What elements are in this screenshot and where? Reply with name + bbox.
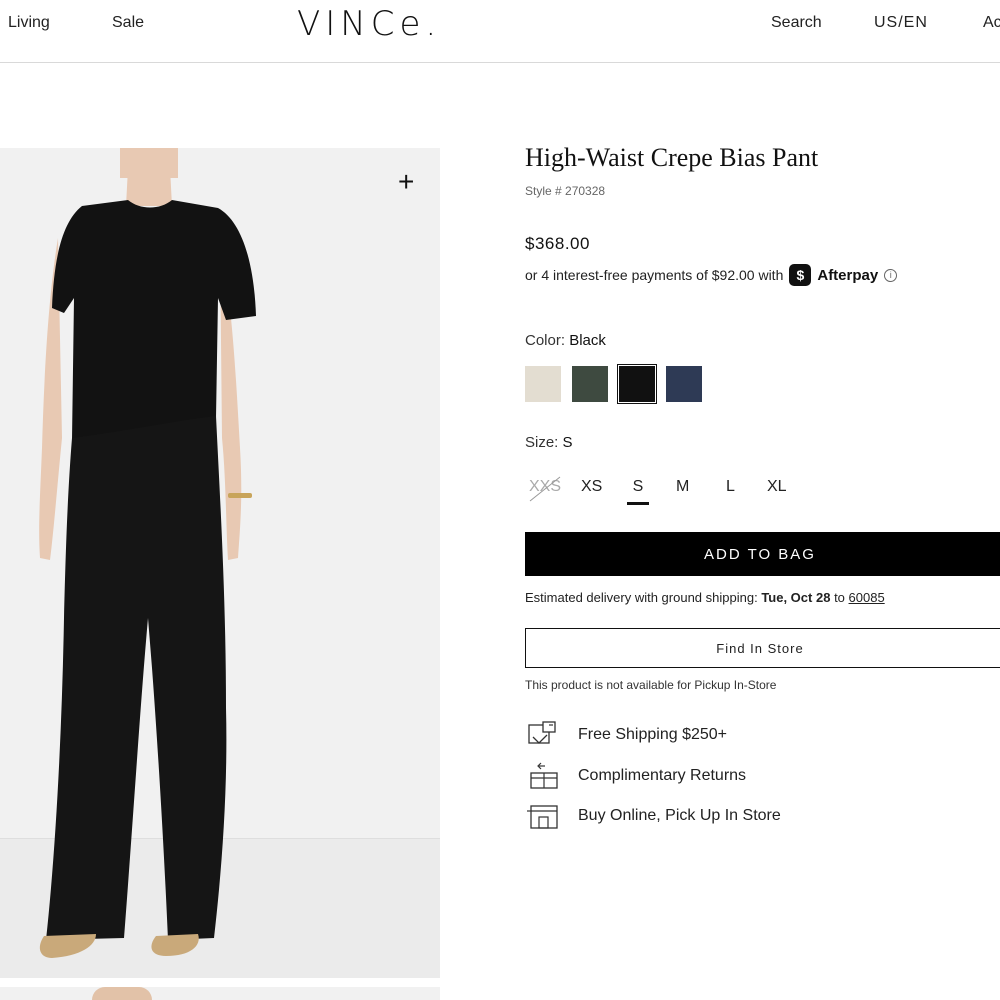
perk-free-shipping: Free Shipping $250+ — [525, 721, 727, 749]
nav-living[interactable]: Living — [8, 14, 50, 32]
shipping-box-icon — [528, 721, 556, 744]
next-image-thumbnail[interactable] — [0, 987, 440, 1000]
delivery-estimate: Estimated delivery with ground shipping:… — [525, 590, 885, 605]
color-value: Black — [569, 332, 606, 349]
product-price: $368.00 — [525, 234, 590, 253]
afterpay-brand[interactable]: Afterpay — [817, 267, 878, 284]
size-value: S — [562, 434, 573, 451]
nav-sale[interactable]: Sale — [112, 14, 144, 32]
perk-label: Buy Online, Pick Up In Store — [578, 807, 781, 824]
vince-logo[interactable]: VINCe. — [297, 4, 441, 44]
delivery-prefix: Estimated delivery with ground shipping: — [525, 590, 758, 605]
model-figure — [39, 148, 256, 958]
return-box-icon — [530, 762, 558, 789]
size-label-row: Size: S — [525, 434, 573, 451]
product-image[interactable] — [0, 148, 440, 978]
zoom-plus-icon[interactable]: + — [398, 168, 414, 196]
perk-label: Free Shipping $250+ — [578, 726, 727, 743]
swatch-black[interactable] — [617, 364, 657, 404]
size-s[interactable]: S — [627, 478, 649, 505]
perk-label: Complimentary Returns — [578, 767, 747, 784]
afterpay-badge-icon: $ — [789, 264, 812, 286]
afterpay-text: or 4 interest-free payments of $92.00 wi… — [525, 267, 784, 283]
delivery-zip-link[interactable]: 60085 — [849, 590, 885, 605]
locale-selector[interactable]: US/EN — [874, 14, 928, 32]
site-header: Living Sale VINCe. Search US/EN Ac — [0, 0, 1000, 63]
perk-pickup: Buy Online, Pick Up In Store — [525, 802, 781, 830]
delivery-date: Tue, Oct 28 — [761, 590, 831, 605]
search-link[interactable]: Search — [771, 14, 822, 32]
swatch-dark-green[interactable] — [572, 366, 608, 402]
product-title: High-Waist Crepe Bias Pant — [525, 143, 819, 172]
store-icon — [527, 805, 558, 829]
swatch-cream[interactable] — [525, 366, 561, 402]
size-label: Size: — [525, 434, 559, 451]
size-xs[interactable]: XS — [581, 478, 602, 496]
size-m[interactable]: M — [676, 478, 689, 496]
color-label: Color: — [525, 332, 566, 349]
style-number: Style # 270328 — [525, 184, 606, 198]
perk-returns: Complimentary Returns — [525, 762, 746, 790]
pickup-note: This product is not available for Pickup… — [525, 678, 777, 692]
info-icon[interactable]: i — [884, 268, 898, 282]
size-l[interactable]: L — [726, 478, 735, 496]
find-in-store-button[interactable]: Find In Store — [525, 628, 1000, 668]
delivery-to: to — [834, 590, 845, 605]
color-label-row: Color: Black — [525, 332, 606, 349]
size-xl[interactable]: XL — [767, 478, 787, 496]
swatch-navy[interactable] — [666, 366, 702, 402]
size-xxs[interactable]: XXS — [529, 478, 561, 496]
add-to-bag-button[interactable]: ADD TO BAG — [525, 532, 1000, 576]
account-link[interactable]: Ac — [983, 14, 1000, 32]
afterpay-info: or 4 interest-free payments of $92.00 wi… — [525, 264, 898, 286]
